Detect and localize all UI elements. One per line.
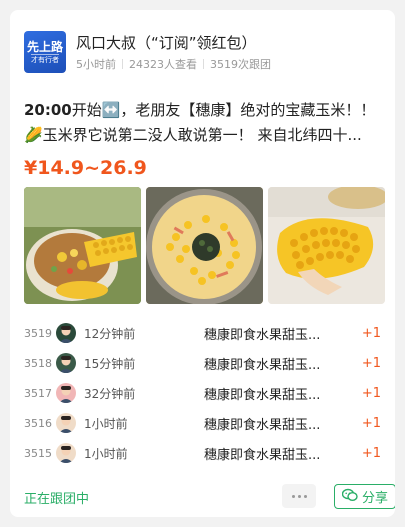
meta-divider — [203, 58, 204, 69]
follow-product: 穗康即食水果甜玉... — [204, 387, 321, 403]
start-time: 20:00 — [24, 101, 72, 119]
more-dot — [303, 494, 307, 498]
follow-quantity: +1 — [361, 325, 381, 341]
author-avatar[interactable]: 先上路 才有行者 — [24, 31, 66, 73]
share-label: 分享 — [361, 491, 388, 506]
post-title[interactable]: 20:00开始↔️，老朋友【穗康】绝对的宝藏玉米！！ 🌽玉米界它说第二没人敢说第… — [24, 98, 383, 148]
follow-quantity: +1 — [361, 445, 381, 461]
avatar-logo-subtext: 才有行者 — [31, 53, 59, 64]
follow-quantity: +1 — [361, 355, 381, 371]
title-line-1: 20:00开始↔️，老朋友【穗康】绝对的宝藏玉米！！ — [24, 98, 383, 123]
group-buy-card[interactable]: 先上路 才有行者 风口大叔（“订阅”领红包） 5小时前 24323人查看 351… — [10, 10, 395, 517]
user-avatar[interactable] — [56, 443, 76, 463]
share-button[interactable]: 分享 — [334, 484, 395, 509]
follow-product: 穗康即食水果甜玉... — [204, 447, 321, 463]
posted-time: 5小时前 — [76, 57, 116, 71]
follow-row[interactable]: 3515 1小时前 穗康即食水果甜玉... +1 — [24, 438, 385, 468]
follow-index: 3516 — [24, 416, 52, 430]
follow-product: 穗康即食水果甜玉... — [204, 327, 321, 343]
post-header: 先上路 才有行者 风口大叔（“订阅”领红包） 5小时前 24323人查看 351… — [24, 28, 385, 76]
follow-time: 12分钟前 — [84, 326, 136, 341]
user-avatar[interactable] — [56, 383, 76, 403]
follow-quantity: +1 — [361, 415, 381, 431]
follow-index: 3517 — [24, 386, 52, 400]
follow-product: 穗康即食水果甜玉... — [204, 417, 321, 433]
follow-product: 穗康即食水果甜玉... — [204, 357, 321, 373]
follow-row[interactable]: 3519 12分钟前 穗康即食水果甜玉... +1 — [24, 318, 385, 348]
price-range: ¥14.9~26.9 — [24, 157, 147, 179]
follow-row[interactable]: 3517 32分钟前 穗康即食水果甜玉... +1 — [24, 378, 385, 408]
follow-count: 3519次跟团 — [210, 57, 271, 71]
wechat-icon — [341, 488, 358, 506]
follow-quantity: +1 — [361, 385, 381, 401]
corn-bowl-photo[interactable] — [24, 187, 141, 304]
follow-index: 3518 — [24, 356, 52, 370]
more-button[interactable] — [282, 484, 316, 508]
follow-index: 3515 — [24, 446, 52, 460]
author-name[interactable]: 风口大叔（“订阅”领红包） — [76, 33, 271, 53]
follow-time: 1小时前 — [84, 416, 128, 431]
user-avatar[interactable] — [56, 353, 76, 373]
follow-row[interactable]: 3516 1小时前 穗康即食水果甜玉... +1 — [24, 408, 385, 438]
image-gallery — [24, 187, 385, 304]
follow-time: 15分钟前 — [84, 356, 136, 371]
title-line-2: 🌽玉米界它说第二没人敢说第一！ 来自北纬四十... — [24, 126, 362, 144]
corn-cob-photo[interactable] — [268, 187, 385, 304]
follow-status: 正在跟团中 — [24, 492, 90, 507]
follow-index: 3519 — [24, 326, 52, 340]
post-meta: 5小时前 24323人查看 3519次跟团 — [76, 56, 271, 72]
follow-list: 3519 12分钟前 穗康即食水果甜玉... +1 3518 15分钟前 穗康即食水果甜玉.… — [24, 318, 385, 468]
more-dot — [297, 494, 301, 498]
follow-time: 1小时前 — [84, 446, 128, 461]
meta-divider — [122, 58, 123, 69]
view-count: 24323人查看 — [129, 57, 197, 71]
follow-time: 32分钟前 — [84, 386, 136, 401]
more-dot — [291, 494, 295, 498]
title-line-1-text: 开始↔️，老朋友【穗康】绝对的宝藏玉米！！ — [71, 101, 376, 119]
user-avatar[interactable] — [56, 413, 76, 433]
avatar-logo-text: 先上路 — [26, 39, 63, 54]
follow-row[interactable]: 3518 15分钟前 穗康即食水果甜玉... +1 — [24, 348, 385, 378]
user-avatar[interactable] — [56, 323, 76, 343]
corn-rice-skillet-photo[interactable] — [146, 187, 263, 304]
